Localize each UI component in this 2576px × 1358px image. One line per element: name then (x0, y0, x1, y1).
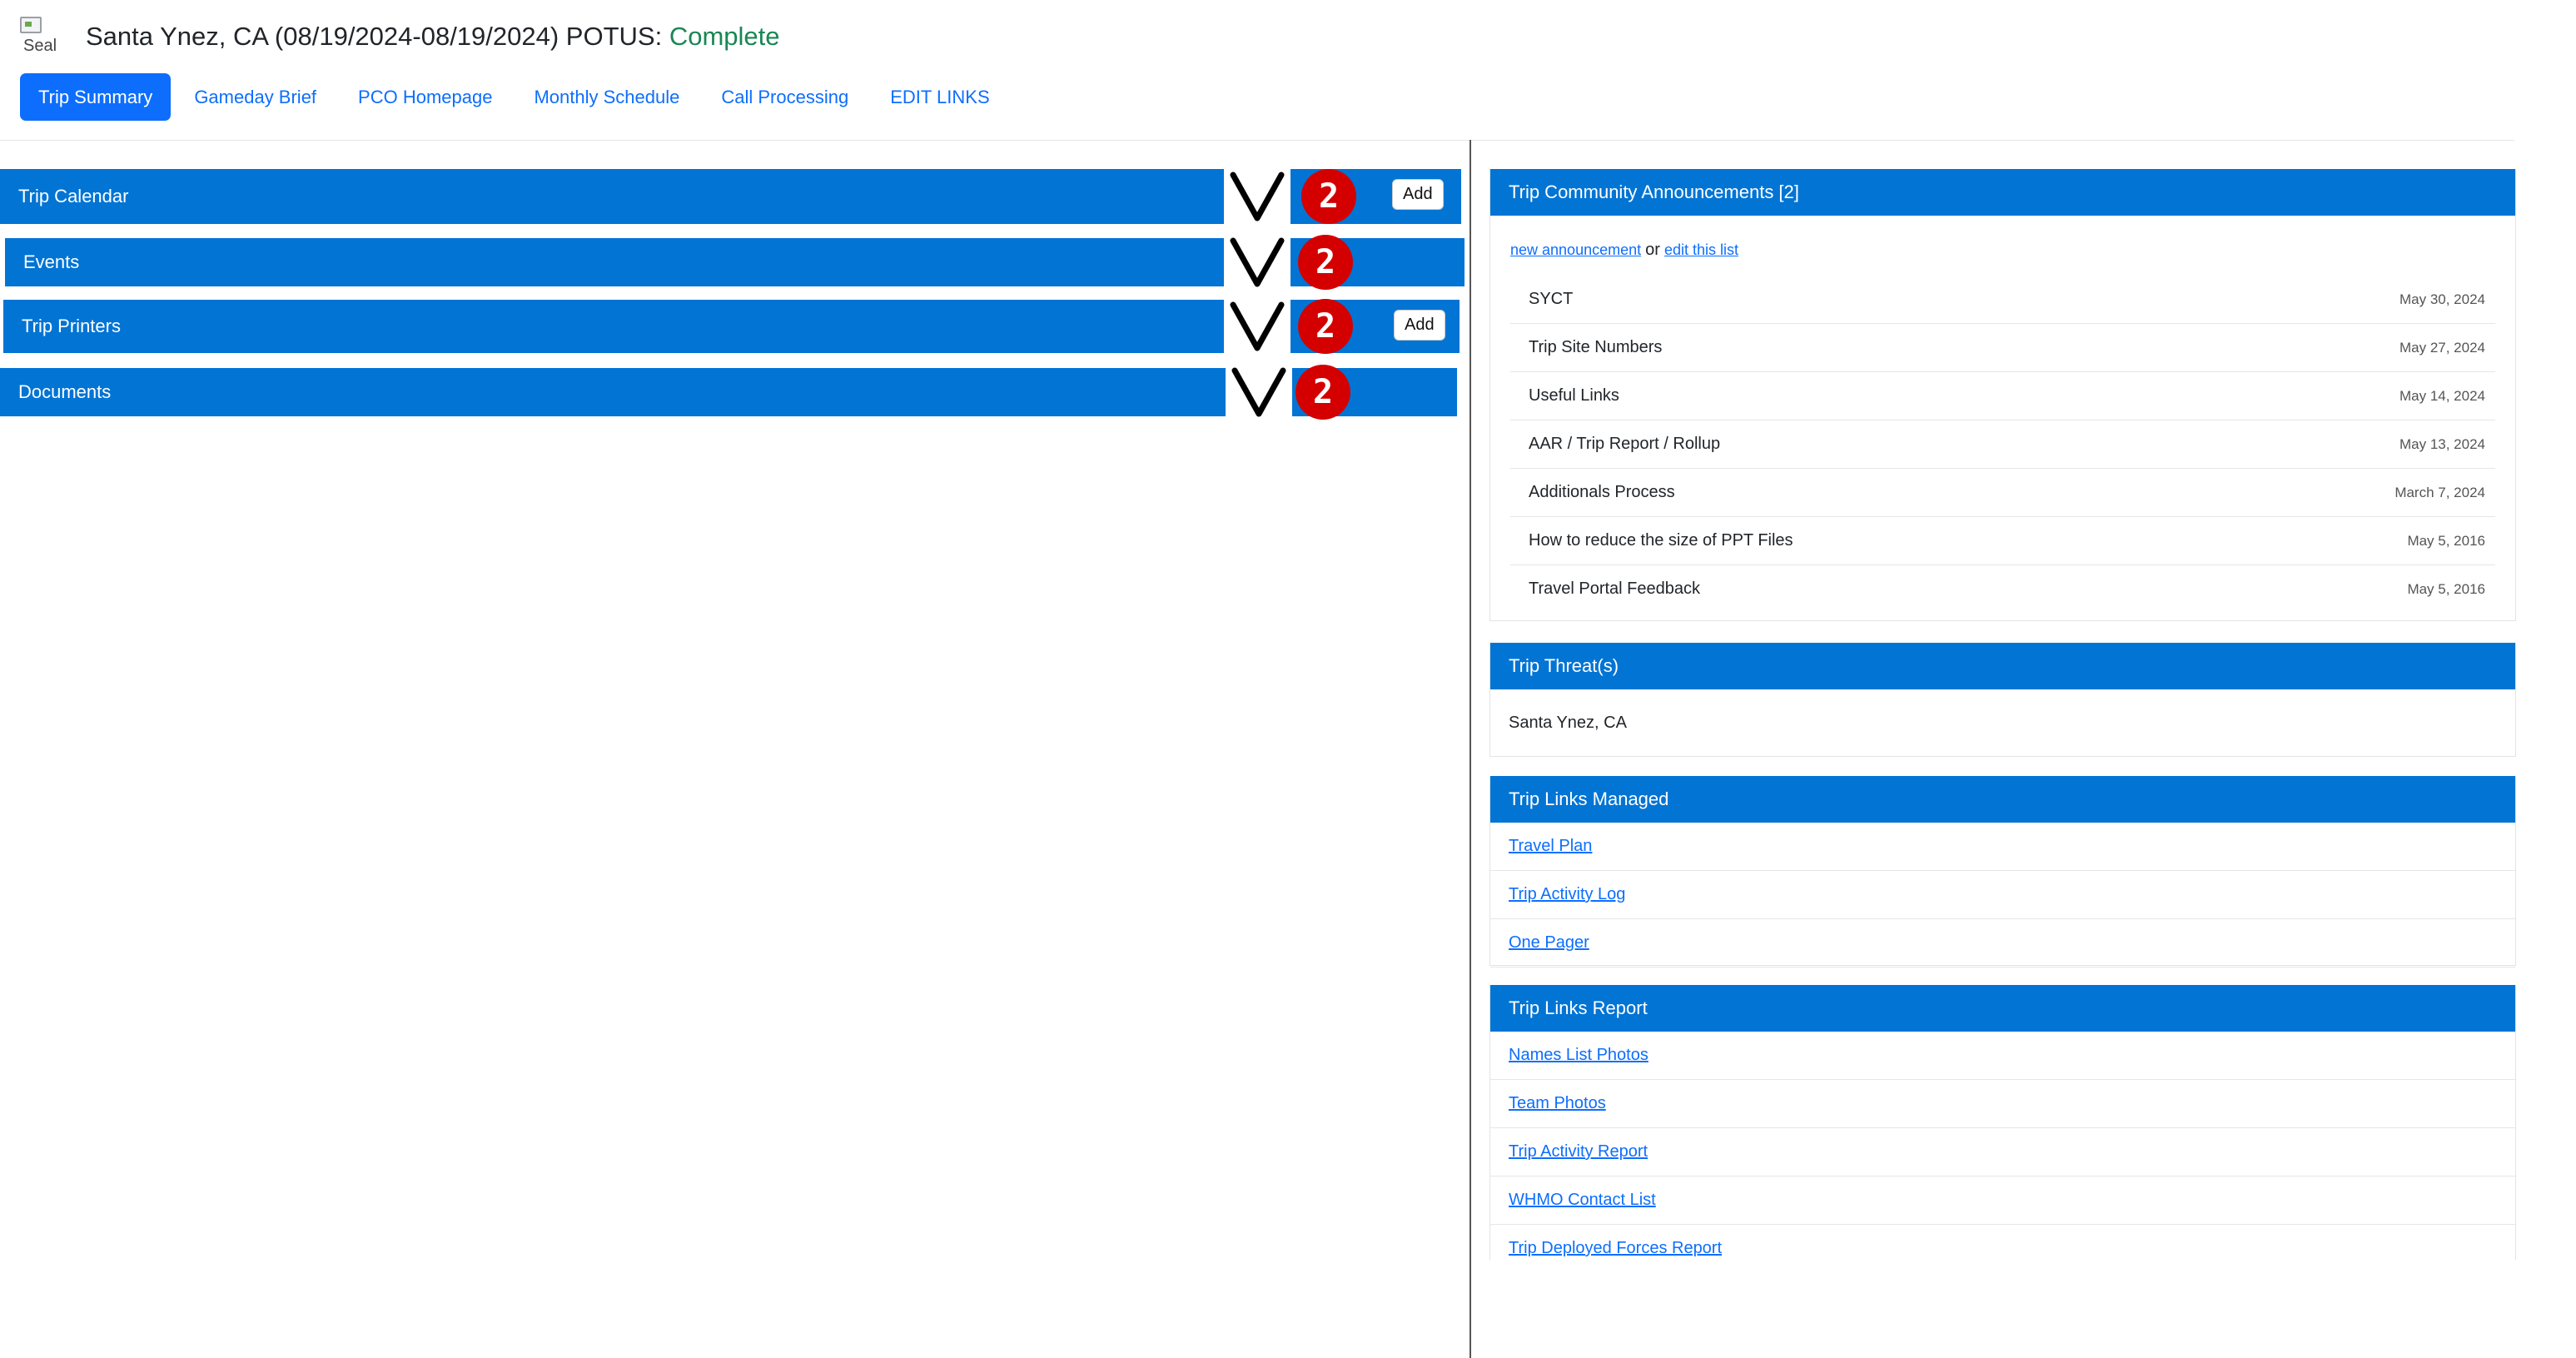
link-row: Trip Deployed Forces Report (1490, 1225, 2515, 1260)
trip-status: Complete (669, 22, 780, 51)
announcement-title: SYCT (1529, 290, 1574, 308)
trip-activity-report-link[interactable]: Trip Activity Report (1509, 1142, 1648, 1162)
chevron-down-icon[interactable] (1224, 237, 1290, 287)
announcement-date: May 5, 2016 (2407, 580, 2485, 597)
names-list-photos-link[interactable]: Names List Photos (1509, 1046, 1649, 1065)
announcement-date: May 13, 2024 (2399, 435, 2485, 452)
or-text: or (1645, 241, 1660, 259)
seal-image: Seal (18, 15, 65, 62)
link-row: WHMO Contact List (1490, 1176, 2515, 1225)
edit-list-link[interactable]: edit this list (1664, 241, 1738, 258)
count-badge: 2 (1295, 365, 1350, 420)
announcement-title: Travel Portal Feedback (1529, 580, 1701, 598)
announcement-title: Trip Site Numbers (1529, 338, 1663, 356)
links-report-title: Trip Links Report (1490, 985, 2515, 1032)
links-managed-card: Trip Links Managed Travel Plan Trip Acti… (1489, 776, 2516, 968)
announcement-item[interactable]: Useful Links May 14, 2024 (1510, 372, 2495, 420)
announcements-card: Trip Community Announcements [2] new ann… (1489, 169, 2516, 621)
tab-edit-links[interactable]: EDIT LINKS (872, 73, 1007, 121)
chevron-down-icon[interactable] (1226, 367, 1292, 417)
tab-pco-homepage[interactable]: PCO Homepage (340, 73, 510, 121)
announcement-item[interactable]: AAR / Trip Report / Rollup May 13, 2024 (1510, 420, 2495, 469)
count-badge: 2 (1298, 299, 1353, 354)
section-label: Trip Calendar (18, 186, 129, 206)
team-photos-link[interactable]: Team Photos (1509, 1094, 1606, 1113)
section-label: Events (23, 251, 80, 272)
announcement-title: Useful Links (1529, 386, 1619, 405)
announcement-title: Additionals Process (1529, 483, 1675, 501)
chevron-down-icon[interactable] (1224, 169, 1290, 224)
chevron-down-icon[interactable] (1224, 300, 1290, 353)
announcements-title: Trip Community Announcements [2] (1490, 169, 2515, 216)
whmo-contact-list-link[interactable]: WHMO Contact List (1509, 1191, 1656, 1210)
announcement-title: AAR / Trip Report / Rollup (1529, 435, 1721, 453)
column-divider (1470, 140, 1471, 1358)
announcement-list: SYCT May 30, 2024 Trip Site Numbers May … (1510, 276, 2495, 613)
trip-deployed-forces-report-link[interactable]: Trip Deployed Forces Report (1509, 1239, 1722, 1258)
announcement-item[interactable]: SYCT May 30, 2024 (1510, 276, 2495, 324)
threat-location: Santa Ynez, CA (1509, 713, 1627, 732)
link-row: Team Photos (1490, 1080, 2515, 1128)
link-row: One Pager (1490, 919, 2515, 968)
announcement-date: May 5, 2016 (2407, 532, 2485, 549)
tab-monthly-schedule[interactable]: Monthly Schedule (515, 73, 698, 121)
announcement-title: How to reduce the size of PPT Files (1529, 531, 1793, 550)
tab-gameday-brief[interactable]: Gameday Brief (176, 73, 335, 121)
section-trip-calendar[interactable]: Trip Calendar 2 Add (0, 169, 1461, 224)
announcement-date: May 27, 2024 (2399, 339, 2485, 356)
section-label: Trip Printers (22, 316, 121, 336)
one-pager-link[interactable]: One Pager (1509, 933, 1589, 953)
links-report-card: Trip Links Report Names List Photos Team… (1489, 985, 2516, 1260)
link-row: Trip Activity Report (1490, 1128, 2515, 1176)
announcement-actions: new announcement or edit this list (1510, 241, 1738, 260)
page-title: Santa Ynez, CA (08/19/2024-08/19/2024) P… (86, 22, 780, 52)
announcement-date: May 30, 2024 (2399, 291, 2485, 307)
count-badge: 2 (1301, 169, 1356, 224)
page-header: Seal Santa Ynez, CA (08/19/2024-08/19/20… (0, 0, 2514, 141)
count-badge: 2 (1298, 235, 1353, 290)
announcement-item[interactable]: Travel Portal Feedback May 5, 2016 (1510, 565, 2495, 613)
travel-plan-link[interactable]: Travel Plan (1509, 837, 1592, 856)
links-managed-title: Trip Links Managed (1490, 776, 2515, 823)
trip-activity-log-link[interactable]: Trip Activity Log (1509, 885, 1625, 904)
section-trip-printers[interactable]: Trip Printers 2 Add (3, 299, 1460, 354)
broken-image-icon (20, 17, 42, 33)
trip-title-text: Santa Ynez, CA (08/19/2024-08/19/2024) P… (86, 22, 669, 51)
tab-trip-summary[interactable]: Trip Summary (20, 73, 172, 121)
announcement-date: May 14, 2024 (2399, 387, 2485, 404)
section-events[interactable]: Events 2 (5, 235, 1465, 290)
link-row: Names List Photos (1490, 1032, 2515, 1080)
announcement-date: March 7, 2024 (2394, 484, 2485, 500)
add-button[interactable]: Add (1394, 310, 1445, 341)
link-row: Trip Activity Log (1490, 871, 2515, 919)
announcement-item[interactable]: How to reduce the size of PPT Files May … (1510, 517, 2495, 565)
nav-tabs: Trip Summary Gameday Brief PCO Homepage … (20, 73, 1008, 121)
link-row: Travel Plan (1490, 823, 2515, 871)
threats-card: Trip Threat(s) Santa Ynez, CA (1489, 643, 2516, 757)
seal-alt-text: Seal (23, 37, 57, 55)
tab-call-processing[interactable]: Call Processing (703, 73, 867, 121)
section-documents[interactable]: Documents 2 (0, 365, 1457, 420)
add-button[interactable]: Add (1392, 179, 1444, 210)
announcement-item[interactable]: Trip Site Numbers May 27, 2024 (1510, 324, 2495, 372)
section-label: Documents (18, 381, 112, 402)
new-announcement-link[interactable]: new announcement (1510, 241, 1641, 258)
announcement-item[interactable]: Additionals Process March 7, 2024 (1510, 469, 2495, 517)
threats-title: Trip Threat(s) (1490, 643, 2515, 689)
